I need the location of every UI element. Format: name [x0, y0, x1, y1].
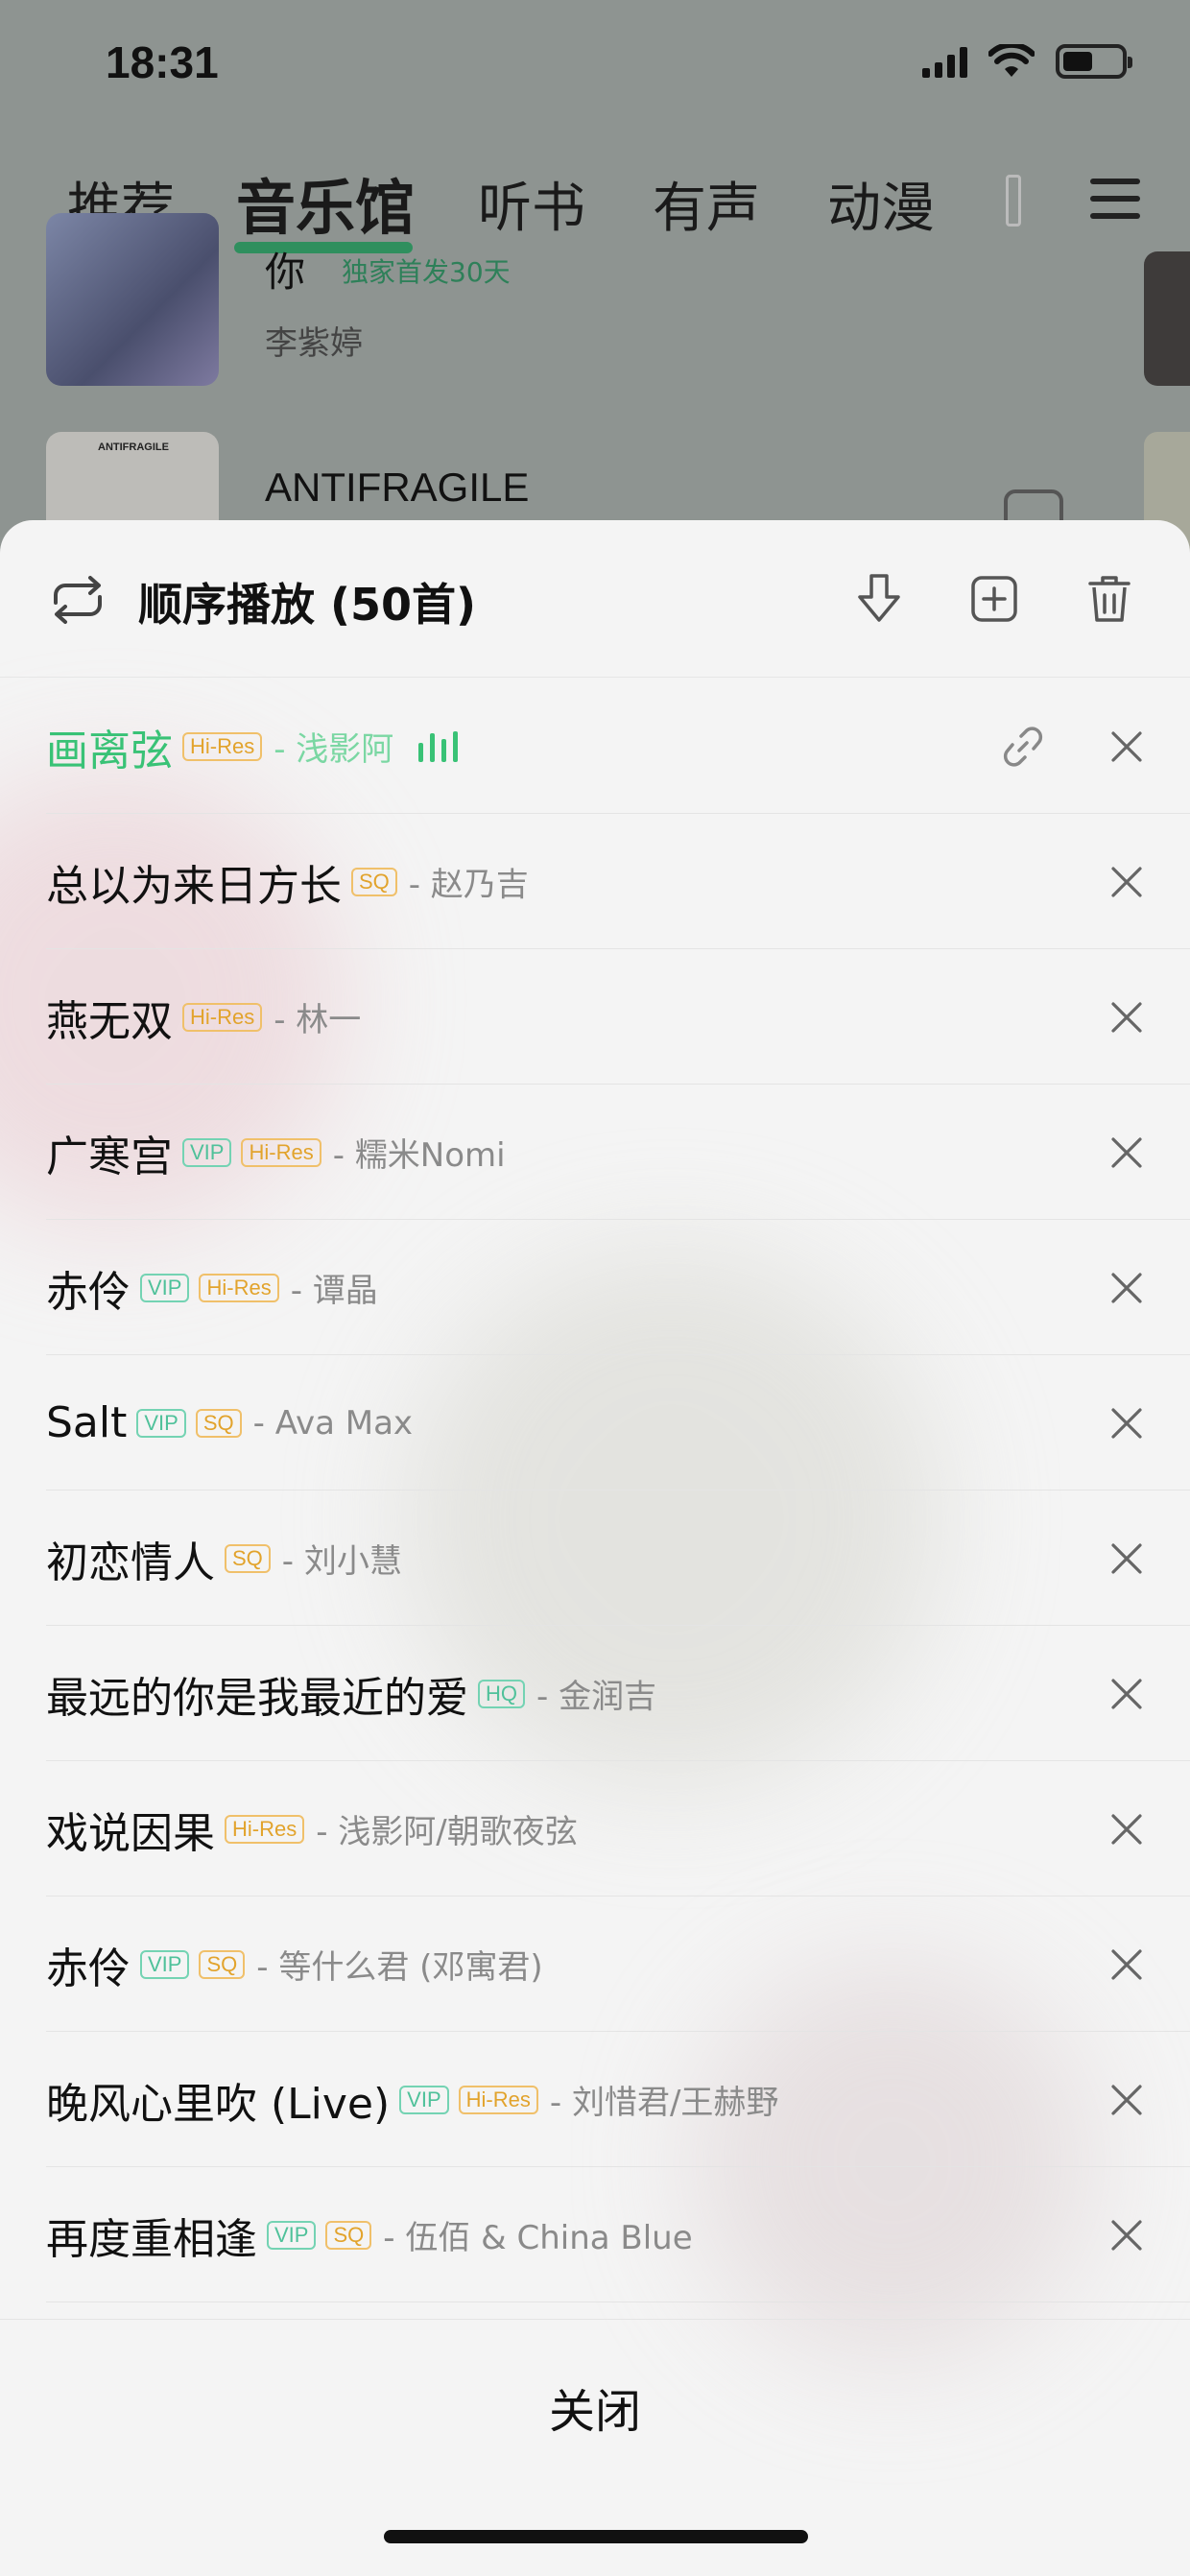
link-icon[interactable] [1000, 724, 1046, 770]
download-icon[interactable] [850, 570, 908, 628]
song-row[interactable]: 广寒宫 VIP Hi-Res - 糯米Nomi [46, 1085, 1190, 1220]
hires-badge: Hi-Res [182, 1002, 263, 1032]
sq-badge: SQ [351, 867, 397, 896]
exclusive-tag: 独家首发30天 [342, 256, 511, 288]
playlist-sheet: 顺序播放 (50首) 画离弦 Hi-Res - 浅影阿总以为来日方长 SQ - 赵乃吉燕… [0, 520, 1190, 2576]
cellular-signal-icon [922, 45, 967, 78]
song-title: 戏说因果 [46, 1808, 215, 1858]
song-artist: - 浅影阿/朝歌夜弦 [316, 1813, 578, 1851]
home-indicator[interactable] [384, 2530, 808, 2543]
sq-badge: SQ [195, 1408, 242, 1438]
sq-badge: SQ [225, 1543, 271, 1573]
vip-badge: VIP [182, 1137, 232, 1167]
hires-badge: Hi-Res [458, 2085, 538, 2114]
remove-song-icon[interactable] [1107, 1269, 1146, 1307]
playlist-title[interactable]: 顺序播放 (50首) [138, 570, 476, 633]
hires-badge: Hi-Res [182, 731, 263, 761]
status-time: 18:31 [106, 37, 219, 87]
song-title: Salt [46, 1398, 128, 1447]
remove-song-icon[interactable] [1107, 1945, 1146, 1984]
song-artist: - 等什么君 (邓寓君) [256, 1948, 543, 1987]
status-icons [922, 44, 1132, 79]
song-row[interactable]: 赤伶 VIP SQ - 等什么君 (邓寓君) [46, 1897, 1190, 2032]
status-bar: 18:31 [0, 0, 1190, 134]
hires-badge: Hi-Res [199, 1273, 279, 1302]
song-artist: - 浅影阿 [274, 730, 394, 769]
now-playing-equalizer-icon [418, 730, 459, 762]
song-title: ANTIFRAGILE [265, 465, 530, 510]
battery-icon [1056, 44, 1132, 79]
song-artist: - 伍佰 & China Blue [383, 2219, 693, 2257]
cover-label: ANTIFRAGILE [98, 441, 169, 453]
song-row[interactable]: 画离弦 Hi-Res - 浅影阿 [46, 680, 1190, 814]
vip-badge: VIP [140, 1273, 190, 1302]
remove-song-icon[interactable] [1107, 1675, 1146, 1713]
song-title: 画离弦 [46, 726, 173, 775]
sq-badge: SQ [325, 2220, 372, 2250]
song-artist: - 赵乃吉 [408, 866, 529, 904]
sq-badge: SQ [199, 1949, 246, 1979]
hires-badge: Hi-Res [225, 1814, 305, 1844]
song-artist: 李紫婷 [265, 324, 363, 363]
song-title: 赤伶 [46, 1944, 131, 1993]
trash-icon[interactable] [1081, 570, 1138, 628]
remove-song-icon[interactable] [1107, 2216, 1146, 2254]
song-title: 初恋情人 [46, 1538, 215, 1587]
hires-badge: Hi-Res [241, 1137, 321, 1167]
tab-audio[interactable]: 有声 [653, 165, 760, 243]
tab-audiobooks[interactable]: 听书 [478, 165, 585, 243]
song-title: 总以为来日方长 [46, 861, 342, 911]
remove-song-icon[interactable] [1107, 727, 1146, 766]
remove-song-icon[interactable] [1107, 1539, 1146, 1578]
song-row[interactable]: 燕无双 Hi-Res - 林一 [46, 950, 1190, 1085]
hq-badge: HQ [478, 1679, 525, 1708]
song-row[interactable]: Salt VIP SQ - Ava Max [46, 1356, 1190, 1491]
song-title: 赤伶 [46, 1267, 131, 1317]
song-row[interactable]: 初恋情人 SQ - 刘小慧 [46, 1491, 1190, 1626]
playlist-header: 顺序播放 (50首) [0, 520, 1190, 678]
remove-song-icon[interactable] [1107, 1404, 1146, 1443]
tab-anime[interactable]: 动漫 [827, 165, 935, 243]
background-app: 18:31 推荐 音乐馆 听书 有声 动漫 你 独家首发30天 李紫婷 ANTI… [0, 0, 1190, 605]
album-cover[interactable] [46, 213, 219, 386]
song-artist: - 糯米Nomi [332, 1136, 506, 1175]
repeat-mode-icon[interactable] [46, 574, 109, 626]
song-artist: - 刘小慧 [281, 1542, 402, 1581]
edge-cover [1144, 251, 1190, 386]
remove-song-icon[interactable] [1107, 863, 1146, 901]
remove-song-icon[interactable] [1107, 1133, 1146, 1172]
song-row[interactable]: 赤伶 VIP Hi-Res - 谭晶 [46, 1221, 1190, 1355]
add-to-playlist-icon[interactable] [965, 570, 1023, 628]
tab-music-hall[interactable]: 音乐馆 [236, 159, 415, 246]
close-button[interactable]: 关闭 [0, 2373, 1190, 2441]
remove-song-icon[interactable] [1107, 998, 1146, 1037]
song-artist: - Ava Max [252, 1403, 414, 1443]
tab-overflow-fade [1006, 175, 1021, 227]
song-row[interactable]: 戏说因果 Hi-Res - 浅影阿/朝歌夜弦 [46, 1762, 1190, 1896]
song-title: 再度重相逢 [46, 2214, 257, 2264]
song-title: 晚风心里吹 (Live) [46, 2079, 391, 2129]
vip-badge: VIP [399, 2085, 449, 2114]
song-row[interactable]: 最远的你是我最近的爱 HQ - 金润吉 [46, 1627, 1190, 1761]
song-row[interactable]: 晚风心里吹 (Live) VIP Hi-Res - 刘惜君/王赫野 [46, 2033, 1190, 2167]
song-title: 广寒宫 [46, 1132, 173, 1181]
song-row[interactable]: 总以为来日方长 SQ - 赵乃吉 [46, 815, 1190, 949]
song-artist: - 刘惜君/王赫野 [549, 2084, 779, 2122]
remove-song-icon[interactable] [1107, 2081, 1146, 2119]
vip-badge: VIP [267, 2220, 317, 2250]
wifi-icon [988, 44, 1035, 77]
song-title: 你 [265, 250, 306, 295]
song-artist: - 林一 [274, 1001, 362, 1039]
song-title: 最远的你是我最近的爱 [46, 1673, 468, 1723]
song-artist: - 谭晶 [290, 1272, 378, 1310]
song-row[interactable]: 再度重相逢 VIP SQ - 伍佰 & China Blue [46, 2168, 1190, 2302]
song-artist: - 金润吉 [536, 1678, 657, 1716]
vip-badge: VIP [140, 1949, 190, 1979]
vip-badge: VIP [136, 1408, 186, 1438]
remove-song-icon[interactable] [1107, 1810, 1146, 1849]
song-title: 燕无双 [46, 996, 173, 1046]
menu-icon[interactable] [1090, 179, 1140, 221]
